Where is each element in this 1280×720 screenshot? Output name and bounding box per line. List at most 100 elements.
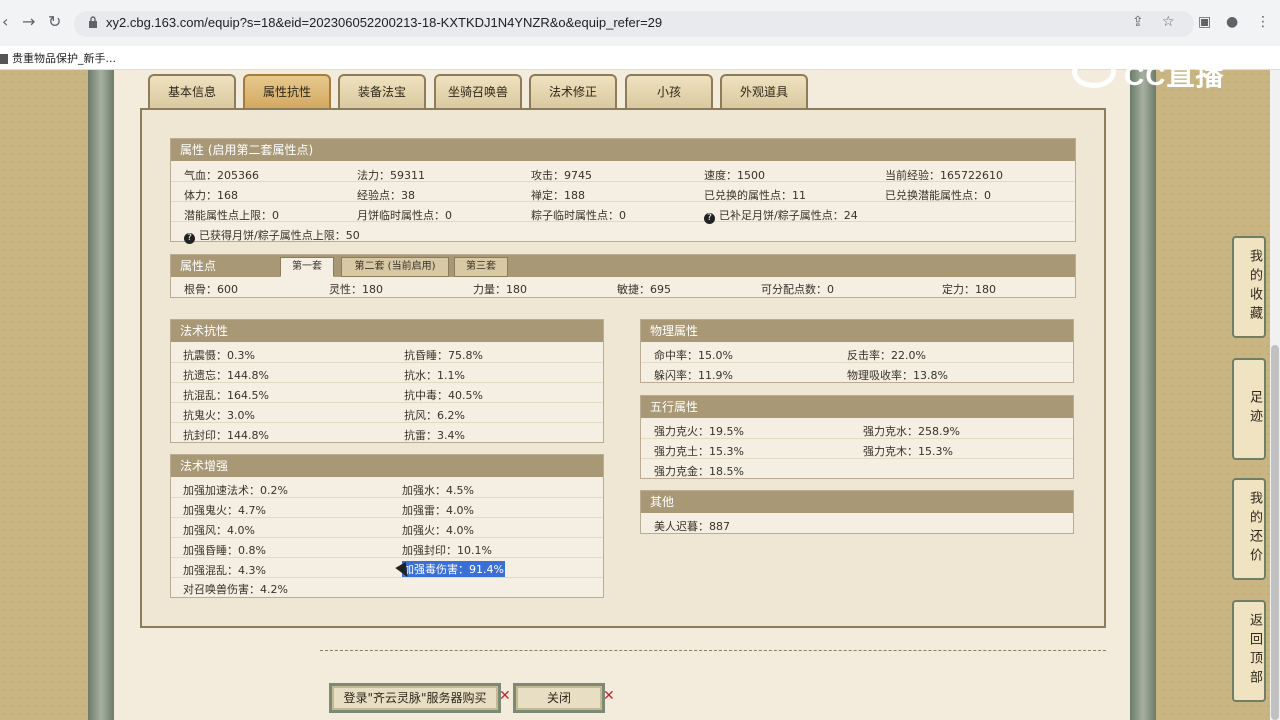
stat-potential-cap: 潜能属性点上限：0 [184,209,279,222]
point-unallocated: 可分配点数：0 [761,283,834,296]
help-icon[interactable]: ? [704,213,715,224]
scrollbar-thumb[interactable] [1271,345,1279,720]
stat-mooncake-temp: 月饼临时属性点：0 [357,209,452,222]
boost-stat: 加强火：4.0% [402,524,474,537]
other-header: 其他 [641,491,1073,513]
boost-stat: 加强加速法术：0.2% [183,484,288,497]
resist-stat: 抗鬼火：3.0% [183,409,255,422]
divider [320,650,1106,651]
other-box: 其他 美人迟暮：887 [640,490,1074,534]
points-set-1-tab[interactable]: 第一套 [280,257,334,277]
reload-icon[interactable]: ↻ [48,12,61,31]
physical-stat: 命中率：15.0% [654,349,733,362]
url-text[interactable]: xy2.cbg.163.com/equip?s=18&eid=202306052… [106,15,662,30]
stat-stamina: 体力：168 [184,189,238,202]
side-panel-icon[interactable]: ▣ [1198,14,1211,30]
stat-hp: 气血：205366 [184,169,259,182]
magic-resist-box: 法术抗性 抗震慑：0.3% 抗昏睡：75.8% 抗遗忘：144.8% 抗水：1.… [170,319,604,443]
physical-header: 物理属性 [641,320,1073,342]
physical-stat: 躲闪率：11.9% [654,369,733,382]
lock-icon [89,16,97,28]
back-icon[interactable]: ‹ [2,12,8,31]
close-button[interactable]: 关闭 [513,683,605,713]
resist-stat: 抗昏睡：75.8% [404,349,483,362]
element-stat: 强力克土：15.3% [654,445,744,458]
stat-exchanged-potential: 已兑换潜能属性点：0 [885,189,991,202]
element-stat: 强力克木：15.3% [863,445,953,458]
point-agility: 敏捷：695 [617,283,671,296]
bookmark-icon [0,54,8,64]
help-icon[interactable]: ? [184,233,195,244]
boost-stat: 加强混乱：4.3% [183,564,266,577]
physical-stat: 物理吸收率：13.8% [847,369,948,382]
attributes-header: 属性 (启用第二套属性点) [171,139,1075,161]
attribute-points-box: 属性点 第一套 第二套 (当前启用) 第三套 根骨：600 灵性：180 力量：… [170,254,1076,298]
resist-stat: 抗中毒：40.5% [404,389,483,402]
left-border [88,70,114,720]
point-strength: 力量：180 [473,283,527,296]
attributes-box: 属性 (启用第二套属性点) 气血：205366 法力：59311 攻击：9745… [170,138,1076,244]
magic-boost-box: 法术增强 加强加速法术：0.2% 加强水：4.5% 加强鬼火：4.7% 加强雷：… [170,454,604,598]
stat-attack: 攻击：9745 [531,169,592,182]
tab-equipment[interactable]: 装备法宝 [338,74,426,108]
resist-stat: 抗混乱：164.5% [183,389,269,402]
element-stat: 强力克水：258.9% [863,425,960,438]
magic-boost-header: 法术增强 [171,455,603,477]
tab-appearance[interactable]: 外观道具 [720,74,808,108]
resist-stat: 抗遗忘：144.8% [183,369,269,382]
resist-stat: 抗水：1.1% [404,369,465,382]
right-border [1130,70,1156,720]
physical-box: 物理属性 命中率：15.0% 反击率：22.0% 躲闪率：11.9% 物理吸收率… [640,319,1074,383]
resist-stat: 抗雷：3.4% [404,429,465,442]
tab-basic-info[interactable]: 基本信息 [148,74,236,108]
bookmark-label: 贵重物品保护_新手... [12,52,116,65]
boost-stat: 加强雷：4.0% [402,504,474,517]
boost-stat: 对召唤兽伤害：4.2% [183,583,288,596]
point-spirit: 灵性：180 [329,283,383,296]
five-elements-header: 五行属性 [641,396,1073,418]
other-stat: 美人迟暮：887 [654,520,730,533]
stat-exchanged-points: 已兑换的属性点：11 [704,189,806,202]
stat-mp: 法力：59311 [357,169,425,182]
close-mark-icon: ✕ [499,688,511,704]
stat-zongzi-temp: 粽子临时属性点：0 [531,209,626,222]
stat-exp-points: 经验点：38 [357,189,415,202]
bookmark-item[interactable]: 贵重物品保护_新手... [0,50,116,66]
my-counteroffer-button[interactable]: 我的还价 [1232,478,1266,580]
element-stat: 强力克金：18.5% [654,465,744,478]
points-set-2-tab[interactable]: 第二套 (当前启用) [341,257,449,277]
tab-mounts-summons[interactable]: 坐骑召唤兽 [434,74,522,108]
close-mark-icon: ✕ [603,688,615,704]
stat-speed: 速度：1500 [704,169,765,182]
my-favorites-button[interactable]: 我的收藏 [1232,236,1266,338]
stat-filled-points: ? 已补足月饼/粽子属性点：24 [704,207,858,224]
profile-icon[interactable]: ● [1226,14,1238,30]
share-icon[interactable]: ⇪ [1132,14,1144,30]
stat-exp: 当前经验：165722610 [885,169,1003,182]
login-buy-button[interactable]: 登录"齐云灵脉"服务器购买 [329,683,501,713]
tab-attributes-resist[interactable]: 属性抗性 [243,74,331,108]
resist-stat: 抗封印：144.8% [183,429,269,442]
boost-stat: 加强鬼火：4.7% [183,504,266,517]
footprint-button[interactable]: 足迹 [1232,358,1266,460]
boost-stat: 加强封印：10.1% [402,544,492,557]
bookmark-star-icon[interactable]: ☆ [1162,14,1175,30]
stat-zen: 禅定：188 [531,189,585,202]
boost-stat: 加强风：4.0% [183,524,255,537]
points-set-3-tab[interactable]: 第三套 [454,257,508,277]
tab-children[interactable]: 小孩 [625,74,713,108]
element-stat: 强力克火：19.5% [654,425,744,438]
back-to-top-button[interactable]: 返回顶部 [1232,600,1266,702]
point-focus: 定力：180 [942,283,996,296]
five-elements-box: 五行属性 强力克火：19.5% 强力克水：258.9% 强力克土：15.3% 强… [640,395,1074,479]
menu-icon[interactable]: ⋮ [1256,14,1270,30]
point-constitution: 根骨：600 [184,283,238,296]
stat-obtained-cap: ? 已获得月饼/粽子属性点上限：50 [184,227,360,244]
tab-spell-modify[interactable]: 法术修正 [529,74,617,108]
boost-stat-selected[interactable]: 加强毒伤害：91.4% [402,561,505,577]
boost-stat: 加强昏睡：0.8% [183,544,266,557]
resist-stat: 抗风：6.2% [404,409,465,422]
forward-icon[interactable]: → [22,12,35,31]
boost-stat: 加强水：4.5% [402,484,474,497]
cc-live-logo: CC直播 [1072,50,1242,91]
